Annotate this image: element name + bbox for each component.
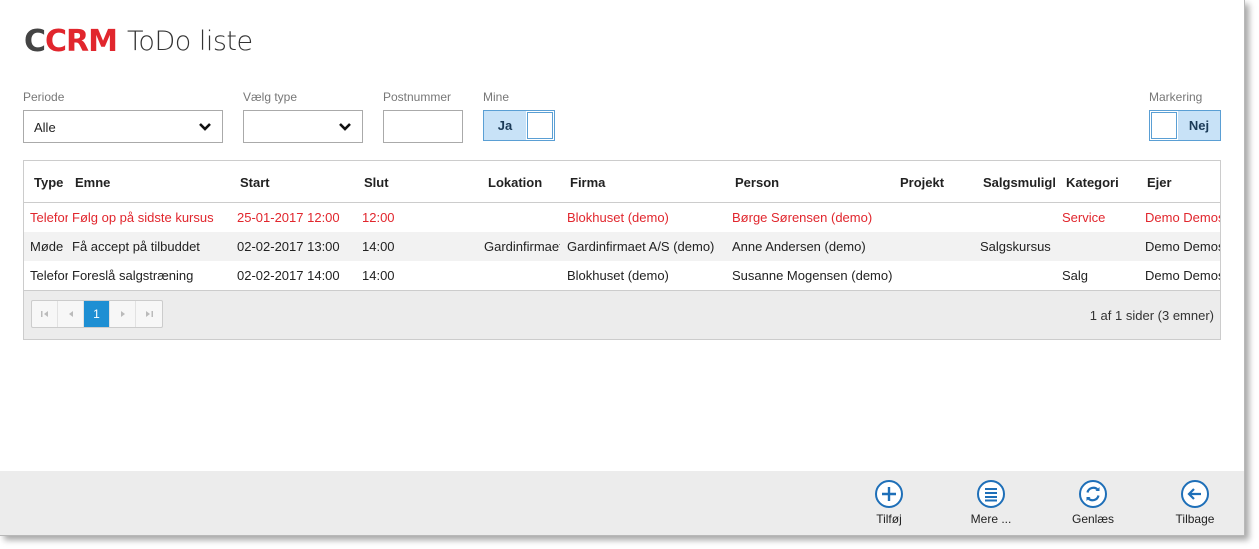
back-button-label: Tilbage (1175, 512, 1215, 526)
markering-label: Markering (1149, 90, 1203, 104)
mine-toggle-value: Ja (484, 111, 526, 140)
last-page-button[interactable] (136, 301, 162, 327)
first-page-icon (40, 311, 48, 317)
cell-salgsmulighed: Salgskursus (980, 239, 1051, 254)
cell-person: Anne Andersen (demo) (732, 239, 866, 254)
type-label: Vælg type (243, 90, 298, 104)
next-page-button[interactable] (110, 301, 136, 327)
pager-info: 1 af 1 sider (3 emner) (1089, 308, 1214, 323)
table-row[interactable]: Møde Få accept på tilbuddet 02-02-2017 1… (24, 232, 1220, 261)
cell-ejer: Demo Demosen (1145, 268, 1220, 283)
back-button[interactable]: Tilbage (1150, 479, 1240, 526)
plus-circle-icon (875, 480, 903, 508)
col-header-firma[interactable]: Firma (570, 175, 720, 190)
periode-select[interactable]: Alle (23, 110, 223, 143)
cell-ejer: Demo Demosen (1145, 210, 1220, 225)
chevron-down-icon (199, 123, 211, 131)
col-header-start[interactable]: Start (240, 175, 350, 190)
filter-periode: Periode Alle (23, 90, 223, 143)
col-header-person[interactable]: Person (735, 175, 885, 190)
cell-emne: Få accept på tilbuddet (72, 239, 200, 254)
page-button-current[interactable]: 1 (84, 301, 110, 327)
prev-page-button[interactable] (58, 301, 84, 327)
mine-toggle[interactable]: Ja (483, 110, 555, 141)
pager: 1 (31, 300, 163, 328)
cell-type: Telefon (30, 268, 68, 283)
more-button-label: Mere ... (970, 512, 1012, 526)
table-row[interactable]: Telefon Følg op på sidste kursus 25-01-2… (24, 203, 1220, 232)
last-page-icon (146, 311, 153, 317)
cell-lokation: Gardinfirmaet (484, 239, 560, 254)
markering-toggle[interactable]: Nej (1149, 110, 1221, 141)
refresh-circle-icon (1079, 480, 1107, 508)
add-button[interactable]: Tilføj (844, 479, 934, 526)
pager-bar: 1 1 af 1 sider (3 emner) (24, 290, 1220, 339)
more-button[interactable]: Mere ... (946, 479, 1036, 526)
first-page-button[interactable] (32, 301, 58, 327)
add-button-label: Tilføj (876, 512, 902, 526)
cell-kategori: Salg (1062, 268, 1089, 283)
prev-page-icon (68, 311, 73, 317)
cell-type: Telefon (30, 210, 68, 225)
filter-mine: Mine Ja (483, 90, 555, 141)
filter-type: Vælg type (243, 90, 363, 143)
filter-postnummer: Postnummer (383, 90, 463, 143)
postnummer-input[interactable] (383, 110, 463, 143)
bottom-toolbar: Tilføj Mere ... Genlæs Tilbage (0, 471, 1244, 535)
arrow-left-circle-icon (1181, 480, 1209, 508)
col-header-emne[interactable]: Emne (75, 175, 225, 190)
col-header-lokation[interactable]: Lokation (488, 175, 560, 190)
col-header-slut[interactable]: Slut (364, 175, 464, 190)
cell-emne: Foreslå salgstræning (72, 268, 194, 283)
col-header-type[interactable]: Type (34, 175, 68, 190)
mine-toggle-knob (527, 112, 553, 139)
col-header-kategori[interactable]: Kategori (1066, 175, 1136, 190)
cell-type: Møde (30, 239, 64, 254)
next-page-icon (120, 311, 125, 317)
reload-button[interactable]: Genlæs (1048, 479, 1138, 526)
menu-circle-icon (977, 480, 1005, 508)
app-window: CCRM ToDo liste Periode Alle Vælg type P… (0, 0, 1245, 536)
periode-label: Periode (23, 90, 65, 104)
cell-firma: Blokhuset (demo) (567, 210, 669, 225)
periode-value: Alle (34, 120, 56, 135)
col-header-ejer[interactable]: Ejer (1147, 175, 1220, 190)
filter-markering: Markering Nej (1149, 90, 1221, 141)
cell-start: 02-02-2017 13:00 (237, 239, 340, 254)
postnummer-label: Postnummer (383, 90, 452, 104)
col-header-salgsmulighed[interactable]: Salgsmulighed (983, 175, 1055, 190)
ccrm-logo: CCRM (24, 24, 118, 59)
cell-slut: 14:00 (362, 268, 395, 283)
cell-slut: 14:00 (362, 239, 395, 254)
cell-slut: 12:00 (362, 210, 395, 225)
type-select[interactable] (243, 110, 363, 143)
reload-button-label: Genlæs (1071, 512, 1115, 526)
page-header: CCRM ToDo liste (24, 24, 253, 60)
mine-label: Mine (483, 90, 510, 104)
cell-firma: Gardinfirmaet A/S (demo) (567, 239, 715, 254)
col-header-projekt[interactable]: Projekt (900, 175, 970, 190)
table-header: Type Emne Start Slut Lokation Firma Pers… (24, 161, 1220, 203)
table-row[interactable]: Telefon Foreslå salgstræning 02-02-2017 … (24, 261, 1220, 290)
cell-firma: Blokhuset (demo) (567, 268, 669, 283)
markering-toggle-knob (1151, 112, 1177, 139)
cell-ejer: Demo Demosen (1145, 239, 1220, 254)
cell-start: 25-01-2017 12:00 (237, 210, 340, 225)
markering-toggle-value: Nej (1178, 111, 1220, 140)
page-title: ToDo liste (127, 26, 253, 57)
chevron-down-icon (339, 123, 351, 131)
cell-emne: Følg op på sidste kursus (72, 210, 214, 225)
cell-person: Børge Sørensen (demo) (732, 210, 873, 225)
todo-table: Type Emne Start Slut Lokation Firma Pers… (23, 160, 1221, 340)
cell-kategori: Service (1062, 210, 1106, 225)
cell-person: Susanne Mogensen (demo) (732, 268, 893, 283)
cell-start: 02-02-2017 14:00 (237, 268, 340, 283)
